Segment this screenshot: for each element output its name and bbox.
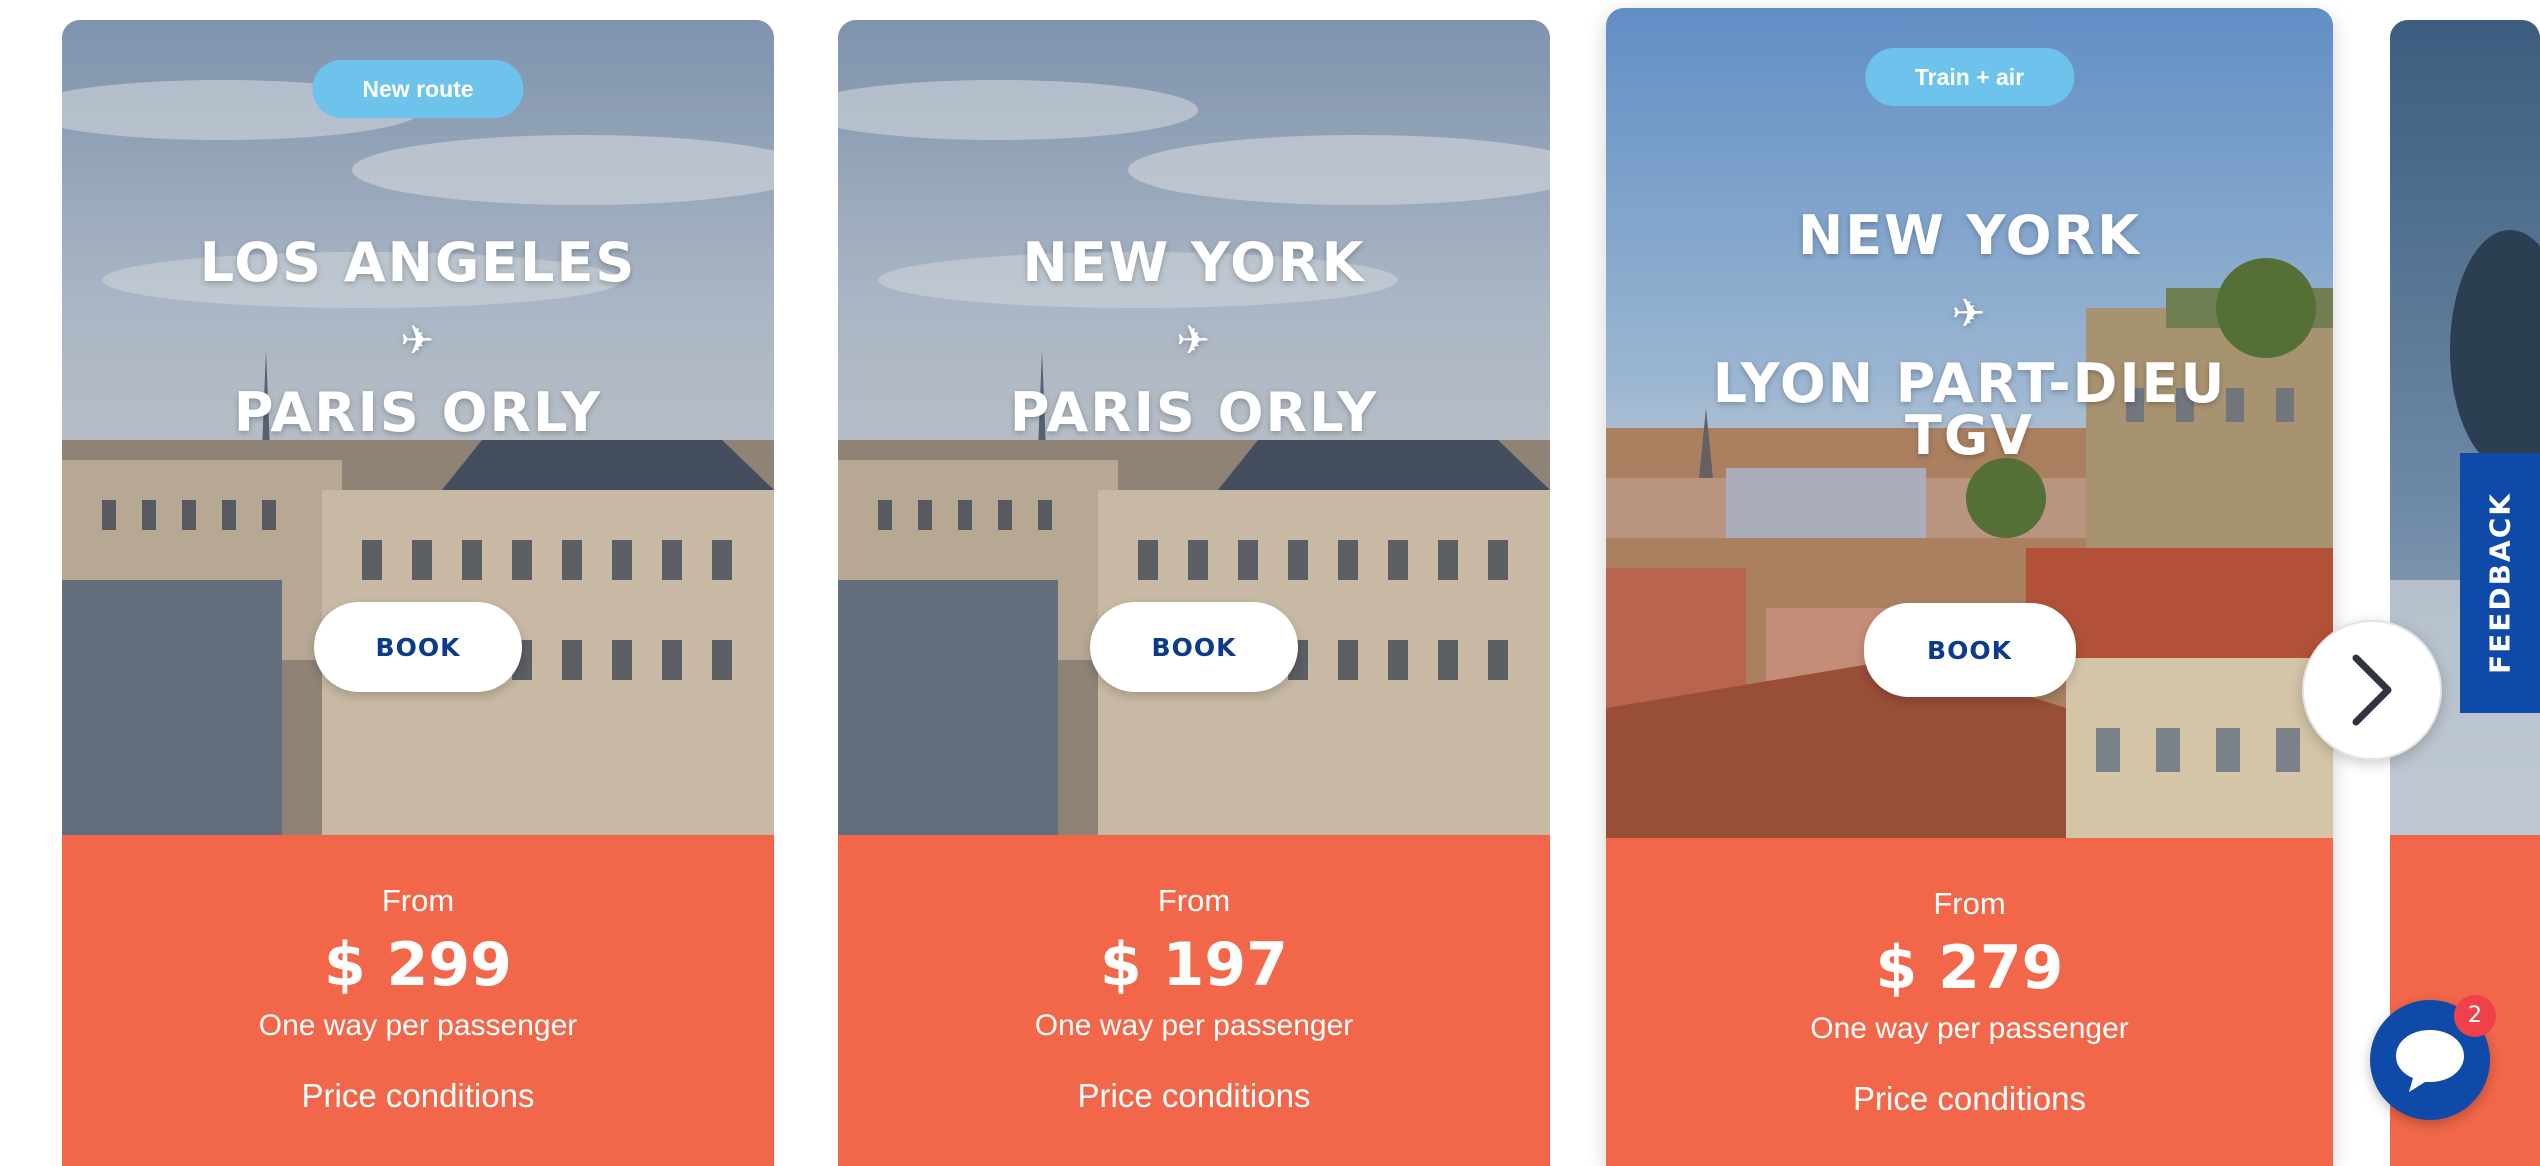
unread-count-badge: 2	[2454, 995, 2496, 1037]
train-air-badge: Train + air	[1864, 48, 2075, 106]
from-label: From	[1933, 886, 2006, 921]
price-value: $ 299	[324, 930, 512, 1000]
lyon-cityscape-image: Train + air NEW YORK ✈ LYON PART-DIEU TG…	[1606, 8, 2333, 838]
fare-note: One way per passenger	[258, 1009, 578, 1042]
price-conditions-link[interactable]: Price conditions	[1606, 1080, 2333, 1118]
carousel-next-button[interactable]	[2302, 620, 2442, 760]
destination-city: PARIS ORLY	[233, 381, 603, 444]
book-button[interactable]: BOOK	[314, 602, 522, 692]
offer-card-los-angeles-paris: New route LOS ANGELES ✈ PARIS ORLY BOOK …	[62, 20, 774, 1166]
chevron-right-icon	[2352, 654, 2392, 726]
route-title: NEW YORK ✈ PARIS ORLY	[838, 235, 1550, 441]
destination-city: PARIS ORLY	[1009, 381, 1379, 444]
origin-city: NEW YORK	[1798, 204, 2141, 267]
paris-rooftops-image: New route LOS ANGELES ✈ PARIS ORLY BOOK	[62, 20, 774, 835]
price-value: $ 197	[1100, 930, 1288, 1000]
price-value: $ 279	[1875, 933, 2064, 1003]
route-title: NEW YORK ✈ LYON PART-DIEU TGV	[1606, 204, 2333, 467]
price-panel: From $ 299 One way per passenger Price c…	[62, 835, 774, 1166]
offer-card-new-york-paris: NEW YORK ✈ PARIS ORLY BOOK From $ 197 On…	[838, 20, 1550, 1166]
price-conditions-link[interactable]: Price conditions	[838, 1077, 1550, 1115]
fare-note: One way per passenger	[1034, 1009, 1354, 1042]
chat-bubble-icon	[2396, 1030, 2464, 1092]
book-button[interactable]: BOOK	[1863, 603, 2076, 697]
plane-icon: ✈	[1951, 291, 1988, 337]
destination-city: LYON PART-DIEU TGV	[1712, 352, 2227, 467]
route-title: LOS ANGELES ✈ PARIS ORLY	[62, 235, 774, 441]
from-label: From	[381, 883, 455, 918]
book-button[interactable]: BOOK	[1090, 602, 1298, 692]
price-panel: From $ 279 One way per passenger Price c…	[1606, 838, 2333, 1166]
price-conditions-link[interactable]: Price conditions	[62, 1077, 774, 1115]
plane-icon: ✈	[400, 318, 436, 364]
fare-note: One way per passenger	[1810, 1012, 2129, 1045]
offer-card-new-york-lyon: Train + air NEW YORK ✈ LYON PART-DIEU TG…	[1606, 8, 2333, 1166]
new-route-badge: New route	[312, 60, 524, 118]
feedback-tab[interactable]: FEEDBACK	[2460, 453, 2540, 713]
from-label: From	[1157, 883, 1231, 918]
plane-icon: ✈	[1176, 318, 1212, 364]
feedback-label: FEEDBACK	[2483, 492, 2517, 674]
origin-city: NEW YORK	[1022, 231, 1366, 294]
price-panel: From $ 197 One way per passenger Price c…	[838, 835, 1550, 1166]
origin-city: LOS ANGELES	[199, 231, 637, 294]
paris-rooftops-image: NEW YORK ✈ PARIS ORLY BOOK	[838, 20, 1550, 835]
